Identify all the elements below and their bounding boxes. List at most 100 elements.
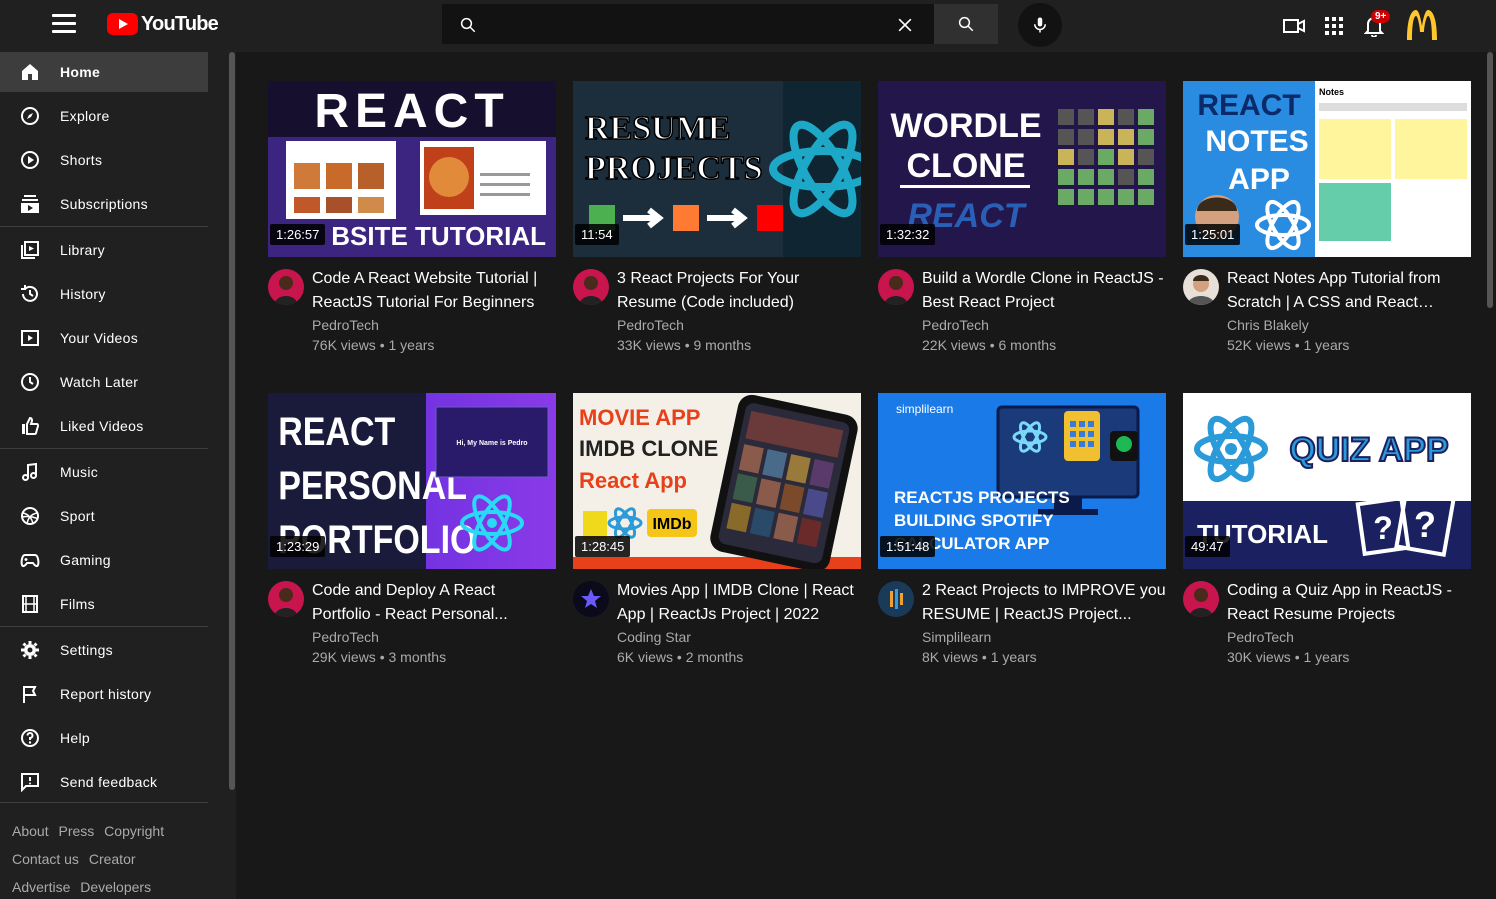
video-card[interactable]: REACT NOTES APP Notes 1:25:01 React Note… — [1183, 81, 1471, 377]
account-avatar[interactable] — [1404, 6, 1440, 42]
video-title[interactable]: Code A React Website Tutorial | ReactJS … — [312, 267, 556, 315]
sidebar-item-liked-videos[interactable]: Liked Videos — [0, 406, 208, 446]
help-icon — [21, 729, 39, 747]
thumbs-up-icon — [22, 416, 40, 435]
sidebar-item-help[interactable]: Help — [0, 718, 208, 758]
search-input[interactable] — [493, 9, 883, 39]
video-thumbnail[interactable]: REACT BSITE TUTORIAL 1:26:57 — [268, 81, 556, 257]
channel-name[interactable]: Coding Star — [617, 629, 691, 645]
footer-link-contact[interactable]: Contact us — [12, 851, 79, 867]
footer-link-copyright[interactable]: Copyright — [104, 823, 164, 839]
sidebar-item-settings[interactable]: Settings — [0, 630, 208, 670]
search-button[interactable] — [934, 4, 998, 44]
youtube-logo[interactable]: YouTube — [107, 12, 219, 36]
thumb-text: APP — [1228, 163, 1290, 196]
menu-icon[interactable] — [52, 14, 76, 34]
channel-name[interactable]: PedroTech — [312, 629, 379, 645]
video-duration: 1:32:32 — [880, 224, 936, 245]
thumb-text: ? — [1373, 510, 1393, 546]
thumb-text: BSITE TUTORIAL — [331, 221, 546, 251]
sidebar-item-watch-later[interactable]: Watch Later — [0, 362, 208, 402]
gamepad-icon — [20, 554, 40, 568]
thumb-text: IMDB CLONE — [579, 436, 718, 461]
channel-avatar[interactable] — [268, 269, 304, 305]
channel-avatar[interactable] — [1183, 269, 1219, 305]
footer-link-press[interactable]: Press — [58, 823, 94, 839]
channel-name[interactable]: PedroTech — [312, 317, 379, 333]
video-card[interactable]: RESUME PROJECTS 11:54 3 React Projects F… — [573, 81, 861, 377]
channel-avatar[interactable] — [1183, 581, 1219, 617]
play-logo-icon — [107, 13, 138, 35]
channel-name[interactable]: Chris Blakely — [1227, 317, 1309, 333]
channel-avatar[interactable] — [268, 581, 304, 617]
video-card[interactable]: MOVIE APP IMDB CLONE React App IMDb 1:28… — [573, 393, 861, 689]
library-icon — [21, 241, 39, 259]
sidebar-item-films[interactable]: Films — [0, 584, 208, 624]
video-meta: 33K views • 9 months — [617, 337, 752, 353]
video-thumbnail[interactable]: WORDLE CLONE REACT 1:32:32 — [878, 81, 1166, 257]
thumb-text: IMDb — [652, 516, 691, 533]
video-thumbnail[interactable]: simplilearn REACTJS PROJECTS BUILDING SP… — [878, 393, 1166, 569]
sidebar-item-your-videos[interactable]: Your Videos — [0, 318, 208, 358]
microphone-icon — [1034, 17, 1046, 33]
sidebar-item-library[interactable]: Library — [0, 230, 208, 270]
channel-avatar[interactable] — [573, 581, 609, 617]
top-bar: YouTube 9+ — [0, 0, 1496, 52]
film-icon — [22, 595, 38, 613]
apps-button[interactable] — [1322, 0, 1346, 52]
video-title[interactable]: Code and Deploy A React Portfolio - Reac… — [312, 579, 556, 627]
channel-name[interactable]: Simplilearn — [922, 629, 991, 645]
channel-name[interactable]: PedroTech — [922, 317, 989, 333]
channel-name[interactable]: PedroTech — [617, 317, 684, 333]
footer-link-creator[interactable]: Creator — [89, 851, 136, 867]
video-card[interactable]: QUIZ APP TUTORIAL ? ? 49:47 Coding a Qui… — [1183, 393, 1471, 689]
sidebar-item-explore[interactable]: Explore — [0, 96, 208, 136]
video-thumbnail[interactable]: REACT PERSONAL PORTFOLIO Hi, My Name is … — [268, 393, 556, 569]
footer-link-developers[interactable]: Developers — [80, 879, 151, 895]
thumb-text: RESUME — [585, 110, 730, 147]
channel-name[interactable]: PedroTech — [1227, 629, 1294, 645]
sidebar-item-music[interactable]: Music — [0, 452, 208, 492]
home-icon — [22, 64, 38, 80]
video-thumbnail[interactable]: RESUME PROJECTS 11:54 — [573, 81, 861, 257]
channel-avatar[interactable] — [878, 581, 914, 617]
sidebar-item-sport[interactable]: Sport — [0, 496, 208, 536]
video-thumbnail[interactable]: MOVIE APP IMDB CLONE React App IMDb 1:28… — [573, 393, 861, 569]
video-title[interactable]: Build a Wordle Clone in ReactJS - Best R… — [922, 267, 1166, 315]
sidebar-item-label: Gaming — [60, 552, 111, 568]
video-card[interactable]: WORDLE CLONE REACT 1:32:32 Build a Wordl… — [878, 81, 1166, 377]
footer-link-about[interactable]: About — [12, 823, 49, 839]
trophy-icon — [21, 507, 39, 525]
main-scrollbar[interactable] — [1487, 52, 1493, 308]
sidebar-item-history[interactable]: History — [0, 274, 208, 314]
sidebar-item-shorts[interactable]: Shorts — [0, 140, 208, 180]
video-card[interactable]: REACT BSITE TUTORIAL 1:26:57 Code A Reac… — [268, 81, 556, 377]
video-title[interactable]: Movies App | IMDB Clone | React App | Re… — [617, 579, 861, 627]
sidebar-item-label: Help — [60, 730, 90, 746]
channel-avatar[interactable] — [573, 269, 609, 305]
video-card[interactable]: REACT PERSONAL PORTFOLIO Hi, My Name is … — [268, 393, 556, 689]
sidebar-item-report-history[interactable]: Report history — [0, 674, 208, 714]
voice-search-button[interactable] — [1018, 3, 1062, 47]
video-title[interactable]: 3 React Projects For Your Resume (Code i… — [617, 267, 861, 315]
video-card[interactable]: simplilearn REACTJS PROJECTS BUILDING SP… — [878, 393, 1166, 689]
video-thumbnail[interactable]: QUIZ APP TUTORIAL ? ? 49:47 — [1183, 393, 1471, 569]
video-title[interactable]: Coding a Quiz App in ReactJS - React Res… — [1227, 579, 1471, 627]
sidebar-scrollbar[interactable] — [229, 52, 235, 790]
close-icon[interactable] — [895, 15, 915, 35]
flag-icon — [23, 686, 37, 703]
footer-link-advertise[interactable]: Advertise — [12, 879, 70, 895]
sidebar-item-label: Liked Videos — [60, 418, 144, 434]
sidebar-item-send-feedback[interactable]: Send feedback — [0, 762, 208, 802]
create-video-button[interactable] — [1280, 0, 1308, 52]
video-title[interactable]: React Notes App Tutorial from Scratch | … — [1227, 267, 1471, 315]
sidebar-item-gaming[interactable]: Gaming — [0, 540, 208, 580]
notifications-button[interactable] — [1362, 0, 1386, 52]
channel-avatar[interactable] — [878, 269, 914, 305]
sidebar-item-home[interactable]: Home — [0, 52, 208, 92]
sidebar-item-subscriptions[interactable]: Subscriptions — [0, 184, 208, 224]
video-title[interactable]: 2 React Projects to IMPROVE you RESUME |… — [922, 579, 1166, 627]
video-thumbnail[interactable]: REACT NOTES APP Notes 1:25:01 — [1183, 81, 1471, 257]
search-icon — [958, 16, 974, 32]
sidebar: Home Explore Shorts Subscriptions Librar… — [0, 52, 236, 899]
